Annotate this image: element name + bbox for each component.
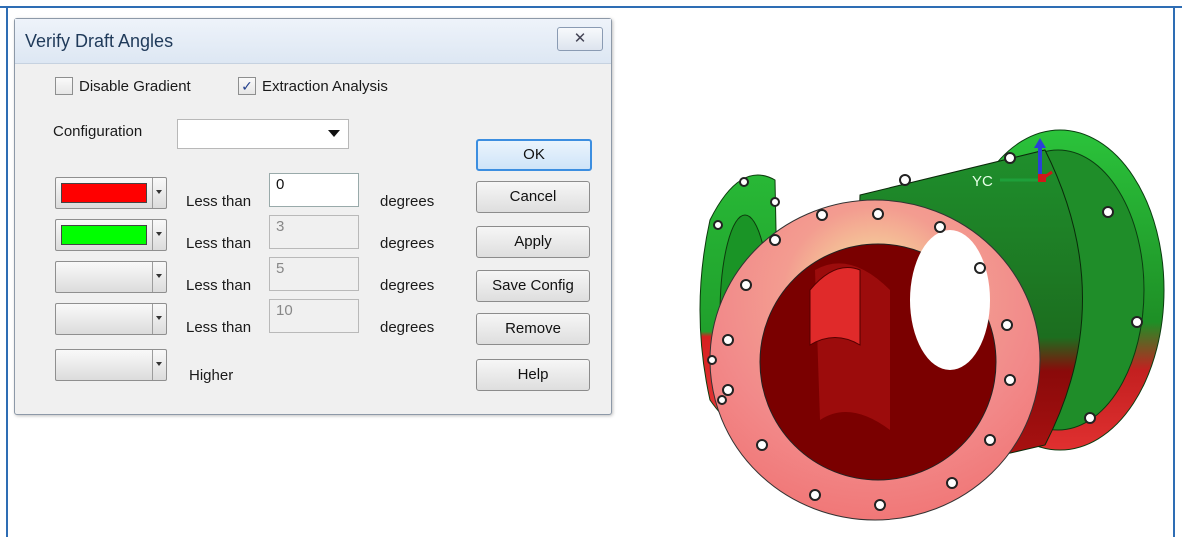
chevron-down-icon: [152, 262, 166, 292]
less-than-label-row-2: Less than: [186, 235, 252, 252]
less-than-label-row-1: Less than: [186, 193, 252, 210]
less-than-label-row-3: Less than: [186, 277, 252, 294]
configuration-label: Configuration: [53, 123, 143, 140]
color-picker-row-3[interactable]: [55, 261, 167, 293]
graphics-viewport[interactable]: YC: [650, 100, 1170, 537]
chevron-down-icon: [152, 220, 166, 250]
dialog-title: Verify Draft Angles: [25, 31, 174, 51]
cancel-button[interactable]: Cancel: [476, 181, 590, 213]
chevron-down-icon: [152, 178, 166, 208]
disable-gradient-checkbox[interactable]: [55, 77, 73, 95]
disable-gradient-label: Disable Gradient: [79, 78, 191, 95]
angle-input-row-2[interactable]: 3: [269, 215, 359, 249]
degrees-label-row-1: degrees: [380, 193, 435, 210]
extraction-analysis-checkbox[interactable]: ✓: [238, 77, 256, 95]
close-button[interactable]: ✕: [557, 27, 603, 51]
higher-label: Higher: [189, 367, 234, 384]
checkmark-icon: ✓: [241, 78, 253, 94]
pipe-model: YC: [699, 129, 1165, 521]
axis-label-yc: YC: [972, 173, 993, 190]
degrees-label-row-4: degrees: [380, 319, 435, 336]
angle-input-row-1[interactable]: 0: [269, 173, 359, 207]
verify-draft-angles-dialog: Verify Draft Angles ✕ Disable Gradient ✓…: [14, 18, 612, 415]
less-than-label-row-4: Less than: [186, 319, 252, 336]
close-icon: ✕: [573, 30, 587, 47]
degrees-label-row-2: degrees: [380, 235, 435, 252]
help-button[interactable]: Help: [476, 359, 590, 391]
apply-button[interactable]: Apply: [476, 226, 590, 258]
bore-opening: [910, 230, 990, 370]
configuration-dropdown[interactable]: [177, 119, 349, 149]
chevron-down-icon: [152, 304, 166, 334]
dialog-titlebar[interactable]: Verify Draft Angles ✕: [15, 19, 611, 64]
color-picker-row-1[interactable]: [55, 177, 167, 209]
extraction-analysis-label: Extraction Analysis: [262, 78, 388, 95]
angle-input-row-4[interactable]: 10: [269, 299, 359, 333]
ok-button[interactable]: OK: [476, 139, 592, 171]
frame-left-border: [6, 6, 8, 537]
remove-button[interactable]: Remove: [476, 313, 590, 345]
save-config-button[interactable]: Save Config: [476, 270, 590, 302]
angle-input-row-3[interactable]: 5: [269, 257, 359, 291]
chevron-down-icon: [152, 350, 166, 380]
dropdown-arrow-icon: [328, 130, 340, 137]
degrees-label-row-3: degrees: [380, 277, 435, 294]
color-picker-row-4[interactable]: [55, 303, 167, 335]
color-picker-row-2[interactable]: [55, 219, 167, 251]
frame-right-border: [1173, 6, 1175, 537]
color-swatch-red: [61, 183, 147, 203]
color-swatch-green: [61, 225, 147, 245]
frame-top-border: [0, 6, 1182, 8]
color-picker-row-5[interactable]: [55, 349, 167, 381]
